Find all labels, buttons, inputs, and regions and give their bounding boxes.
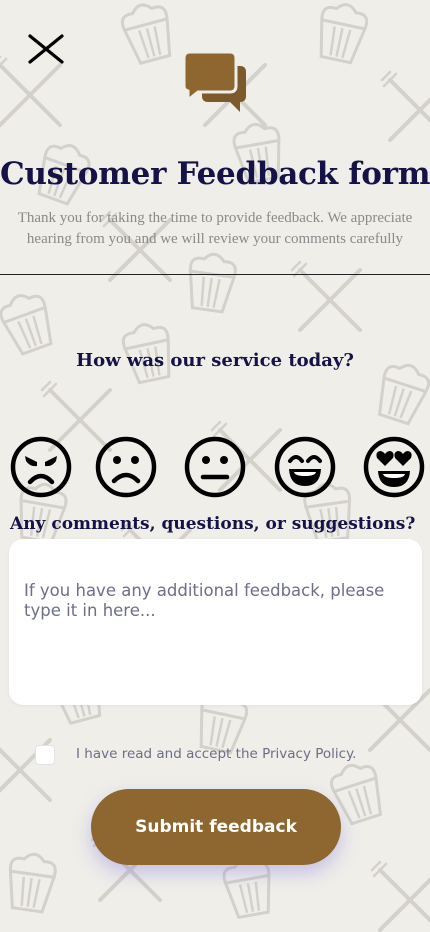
privacy-label: I have read and accept the Privacy Polic… [76,746,356,762]
privacy-label-prefix: I have read and accept the [76,746,263,762]
privacy-checkbox[interactable] [35,745,55,765]
rating-happy-button[interactable] [274,436,336,498]
heart-eyes-face-icon [363,436,425,498]
comments-textarea[interactable] [9,539,422,705]
rating-neutral-button[interactable] [184,436,246,498]
rating-sad-button[interactable] [95,436,157,498]
rating-love-button[interactable] [363,436,425,498]
privacy-policy-link[interactable]: Privacy Policy [262,746,352,762]
feedback-form: Customer Feedback form Thank you for tak… [0,0,430,932]
rating-question: How was our service today? [76,350,354,371]
chat-bubbles-icon [182,50,248,114]
comments-label: Any comments, questions, or suggestions? [10,514,416,534]
close-button[interactable] [26,30,66,70]
header-divider [0,274,430,275]
privacy-label-suffix: . [352,746,357,762]
page-subtitle: Thank you for taking the time to provide… [17,210,413,247]
sad-face-icon [95,436,157,498]
submit-feedback-button[interactable]: Submit feedback [91,789,341,865]
rating-angry-button[interactable] [10,436,72,498]
neutral-face-icon [184,436,246,498]
happy-face-icon [274,436,336,498]
close-icon [28,34,64,64]
angry-face-icon [10,436,72,498]
page-title: Customer Feedback form [0,156,430,192]
